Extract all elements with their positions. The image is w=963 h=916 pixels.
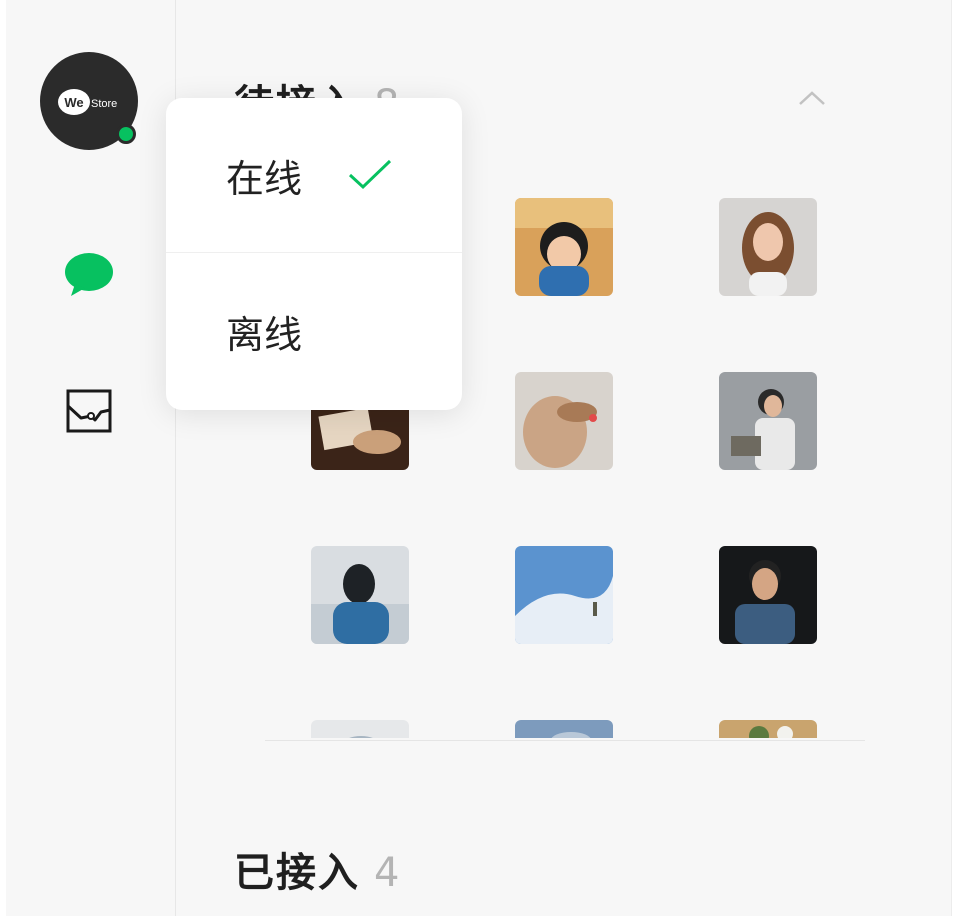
partial-photo-icon: [719, 720, 817, 738]
sky-photo-icon: [515, 546, 613, 644]
sidebar-item-chat[interactable]: [59, 250, 119, 300]
chart-icon: [66, 389, 112, 433]
logo-we-text: We: [64, 95, 83, 110]
user-avatar-partial-1[interactable]: [311, 720, 409, 738]
user-avatar-girl-sea[interactable]: [311, 546, 409, 644]
user-avatar-child[interactable]: [515, 198, 613, 296]
user-avatar-duck[interactable]: [515, 372, 613, 470]
check-icon: [348, 159, 392, 190]
accepted-section-title: 已接入 4: [234, 840, 399, 898]
man-reading-photo-icon: [719, 372, 817, 470]
user-avatar-partial-2[interactable]: [515, 720, 613, 738]
partial-photo-icon: [515, 720, 613, 738]
user-avatar-man-dark[interactable]: [719, 546, 817, 644]
girl-sea-photo-icon: [311, 546, 409, 644]
child-photo-icon: [515, 198, 613, 296]
westore-logo-icon: We Store: [58, 89, 117, 115]
accepted-title-text: 已接入: [234, 850, 360, 896]
chevron-up-icon[interactable]: [797, 88, 827, 108]
man-dark-photo-icon: [719, 546, 817, 644]
duck-photo-icon: [515, 372, 613, 470]
status-option-offline[interactable]: 离线: [166, 254, 462, 409]
online-status-dot: [116, 124, 136, 144]
user-avatar-man-reading[interactable]: [719, 372, 817, 470]
woman-photo-icon: [719, 198, 817, 296]
store-avatar[interactable]: We Store: [40, 52, 138, 150]
status-option-online[interactable]: 在线: [166, 98, 462, 253]
section-divider: [265, 740, 865, 741]
window-right-edge: [951, 0, 963, 916]
chat-bubble-icon: [65, 253, 113, 296]
logo-store-text: Store: [91, 98, 117, 110]
status-option-online-label: 在线: [226, 156, 303, 201]
status-option-offline-label: 离线: [226, 313, 303, 357]
partial-photo-icon: [311, 720, 409, 738]
accepted-count: 4: [374, 850, 400, 896]
sidebar-item-stats[interactable]: [59, 388, 119, 434]
status-menu: 在线 离线: [166, 98, 462, 410]
user-avatar-partial-3[interactable]: [719, 720, 817, 738]
sidebar: We Store: [6, 0, 176, 916]
user-avatar-woman[interactable]: [719, 198, 817, 296]
user-avatar-sky[interactable]: [515, 546, 613, 644]
